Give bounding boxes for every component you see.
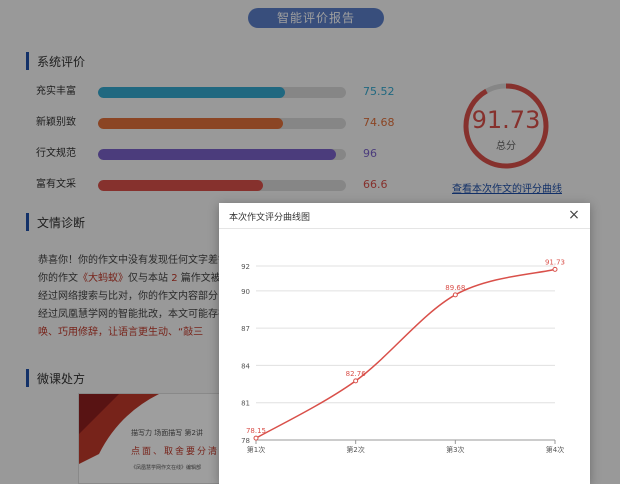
x-tick-label: 第4次	[546, 445, 564, 454]
score-data-label: 82.76	[346, 370, 367, 378]
score-data-label: 91.73	[545, 258, 565, 266]
score-data-label: 78.15	[246, 427, 266, 435]
x-tick-label: 第2次	[346, 445, 364, 454]
y-tick-label: 84	[241, 362, 250, 370]
score-point	[552, 266, 558, 272]
dialog-header: 本次作文评分曲线图 ×	[219, 203, 590, 229]
score-series-line	[255, 268, 556, 439]
score-line-chart: 78 81 84 87 90 92 第1次 第2次 第3次 第4次 78.15 82.76 89.68 9…	[241, 258, 565, 454]
y-tick-label: 90	[241, 288, 250, 296]
score-data-label: 89.68	[445, 284, 465, 292]
y-tick-label: 92	[241, 263, 250, 271]
score-point	[253, 435, 259, 441]
dialog-title: 本次作文评分曲线图	[229, 213, 311, 223]
x-tick-label: 第3次	[446, 445, 464, 454]
y-tick-label: 81	[241, 400, 250, 408]
score-curve-dialog: 本次作文评分曲线图 × 78 81 84 87 90 92 第1次 第2次 第3次 第4次 78.1…	[219, 203, 590, 484]
close-icon[interactable]: ×	[566, 207, 582, 223]
score-point	[353, 378, 359, 384]
y-tick-label: 78	[241, 437, 250, 445]
x-tick-label: 第1次	[247, 445, 265, 454]
score-point	[452, 292, 458, 298]
y-tick-label: 87	[241, 325, 250, 333]
